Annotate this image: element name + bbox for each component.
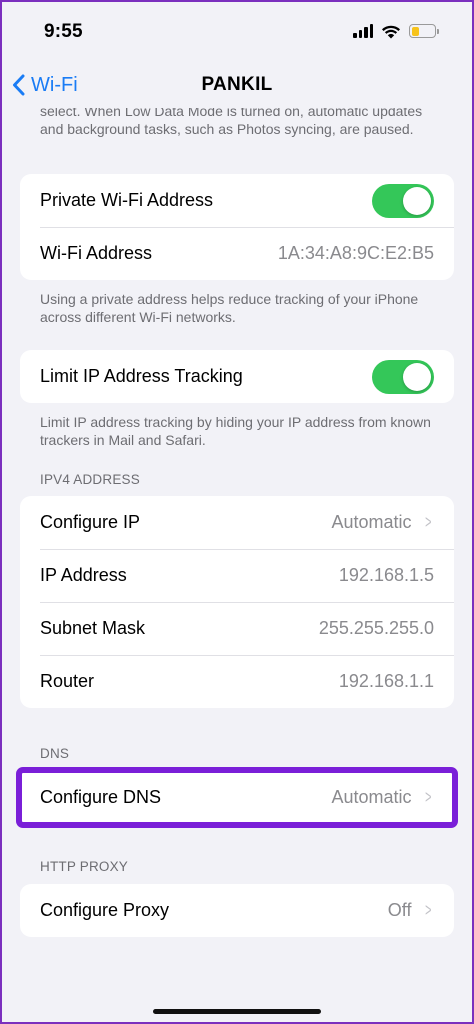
http-proxy-group: Configure Proxy Off > bbox=[20, 884, 454, 937]
settings-content[interactable]: select. When Low Data Mode is turned on,… bbox=[0, 108, 474, 1024]
row-label: Private Wi-Fi Address bbox=[40, 190, 214, 210]
row-value: Off > bbox=[388, 900, 434, 921]
chevron-right-icon: > bbox=[425, 787, 432, 807]
private-wifi-address-toggle[interactable] bbox=[372, 183, 434, 218]
private-address-group: Private Wi-Fi Address Wi-Fi Address 1A:3… bbox=[20, 174, 454, 280]
battery-level-fill bbox=[411, 26, 420, 36]
subnet-mask-value: 255.255.255.0 bbox=[318, 618, 434, 638]
configure-proxy-row[interactable]: Configure Proxy Off > bbox=[20, 884, 454, 937]
configure-dns-value: Automatic bbox=[331, 787, 412, 807]
dns-section-header: DNS bbox=[40, 746, 70, 761]
limit-ip-tracking-toggle[interactable] bbox=[372, 359, 434, 394]
configure-ip-value: Automatic bbox=[331, 512, 412, 532]
status-icons bbox=[353, 24, 439, 39]
ipv4-group: Configure IP Automatic > IP Address 192.… bbox=[20, 496, 454, 708]
cellular-signal-icon bbox=[353, 24, 373, 38]
status-bar: 9:55 bbox=[0, 0, 474, 62]
configure-ip-row[interactable]: Configure IP Automatic > bbox=[20, 496, 454, 549]
row-label: Subnet Mask bbox=[40, 618, 146, 638]
ipv4-section-header: IPV4 ADDRESS bbox=[40, 472, 140, 487]
wifi-icon bbox=[382, 25, 400, 38]
dns-group: Configure DNS Automatic > bbox=[16, 767, 458, 828]
private-address-footnote: Using a private address helps reduce tra… bbox=[40, 291, 419, 325]
row-label: Router bbox=[40, 671, 95, 691]
router-row: Router 192.168.1.1 bbox=[20, 655, 454, 708]
toggle-knob bbox=[403, 186, 431, 215]
row-label: Wi-Fi Address bbox=[40, 243, 153, 263]
toggle-knob bbox=[403, 362, 431, 391]
configure-proxy-value: Off bbox=[387, 900, 412, 920]
wifi-address-row: Wi-Fi Address 1A:34:A8:9C:E2:B5 bbox=[20, 227, 454, 280]
back-label: Wi-Fi bbox=[31, 73, 78, 96]
row-label: Limit IP Address Tracking bbox=[40, 366, 243, 386]
private-wifi-address-row: Private Wi-Fi Address bbox=[20, 174, 454, 227]
row-label: Configure Proxy bbox=[40, 900, 170, 920]
chevron-right-icon: > bbox=[425, 512, 432, 532]
back-button[interactable]: Wi-Fi bbox=[12, 62, 78, 108]
battery-icon bbox=[409, 24, 439, 38]
limit-tracking-group: Limit IP Address Tracking bbox=[20, 350, 454, 403]
row-label: Configure IP bbox=[40, 512, 141, 532]
page-title: PANKIL bbox=[201, 74, 273, 95]
chevron-right-icon: > bbox=[425, 900, 432, 920]
status-time: 9:55 bbox=[44, 21, 83, 42]
navigation-bar: Wi-Fi PANKIL bbox=[0, 62, 474, 108]
router-value: 192.168.1.1 bbox=[338, 671, 434, 691]
configure-dns-row[interactable]: Configure DNS Automatic > bbox=[20, 771, 454, 824]
wifi-address-value: 1A:34:A8:9C:E2:B5 bbox=[277, 243, 434, 263]
row-label: IP Address bbox=[40, 565, 127, 585]
ip-address-row: IP Address 192.168.1.5 bbox=[20, 549, 454, 602]
chevron-left-icon bbox=[13, 74, 25, 96]
home-indicator[interactable] bbox=[153, 1009, 321, 1014]
ip-address-value: 192.168.1.5 bbox=[338, 565, 434, 585]
row-label: Configure DNS bbox=[40, 787, 162, 807]
subnet-mask-row: Subnet Mask 255.255.255.0 bbox=[20, 602, 454, 655]
http-proxy-section-header: HTTP PROXY bbox=[40, 859, 129, 874]
low-data-mode-footnote: select. When Low Data Mode is turned on,… bbox=[40, 108, 423, 137]
limit-tracking-footnote: Limit IP address tracking by hiding your… bbox=[40, 414, 431, 448]
row-value: Automatic > bbox=[331, 512, 434, 533]
row-value: Automatic > bbox=[331, 787, 434, 808]
limit-ip-tracking-row: Limit IP Address Tracking bbox=[20, 350, 454, 403]
